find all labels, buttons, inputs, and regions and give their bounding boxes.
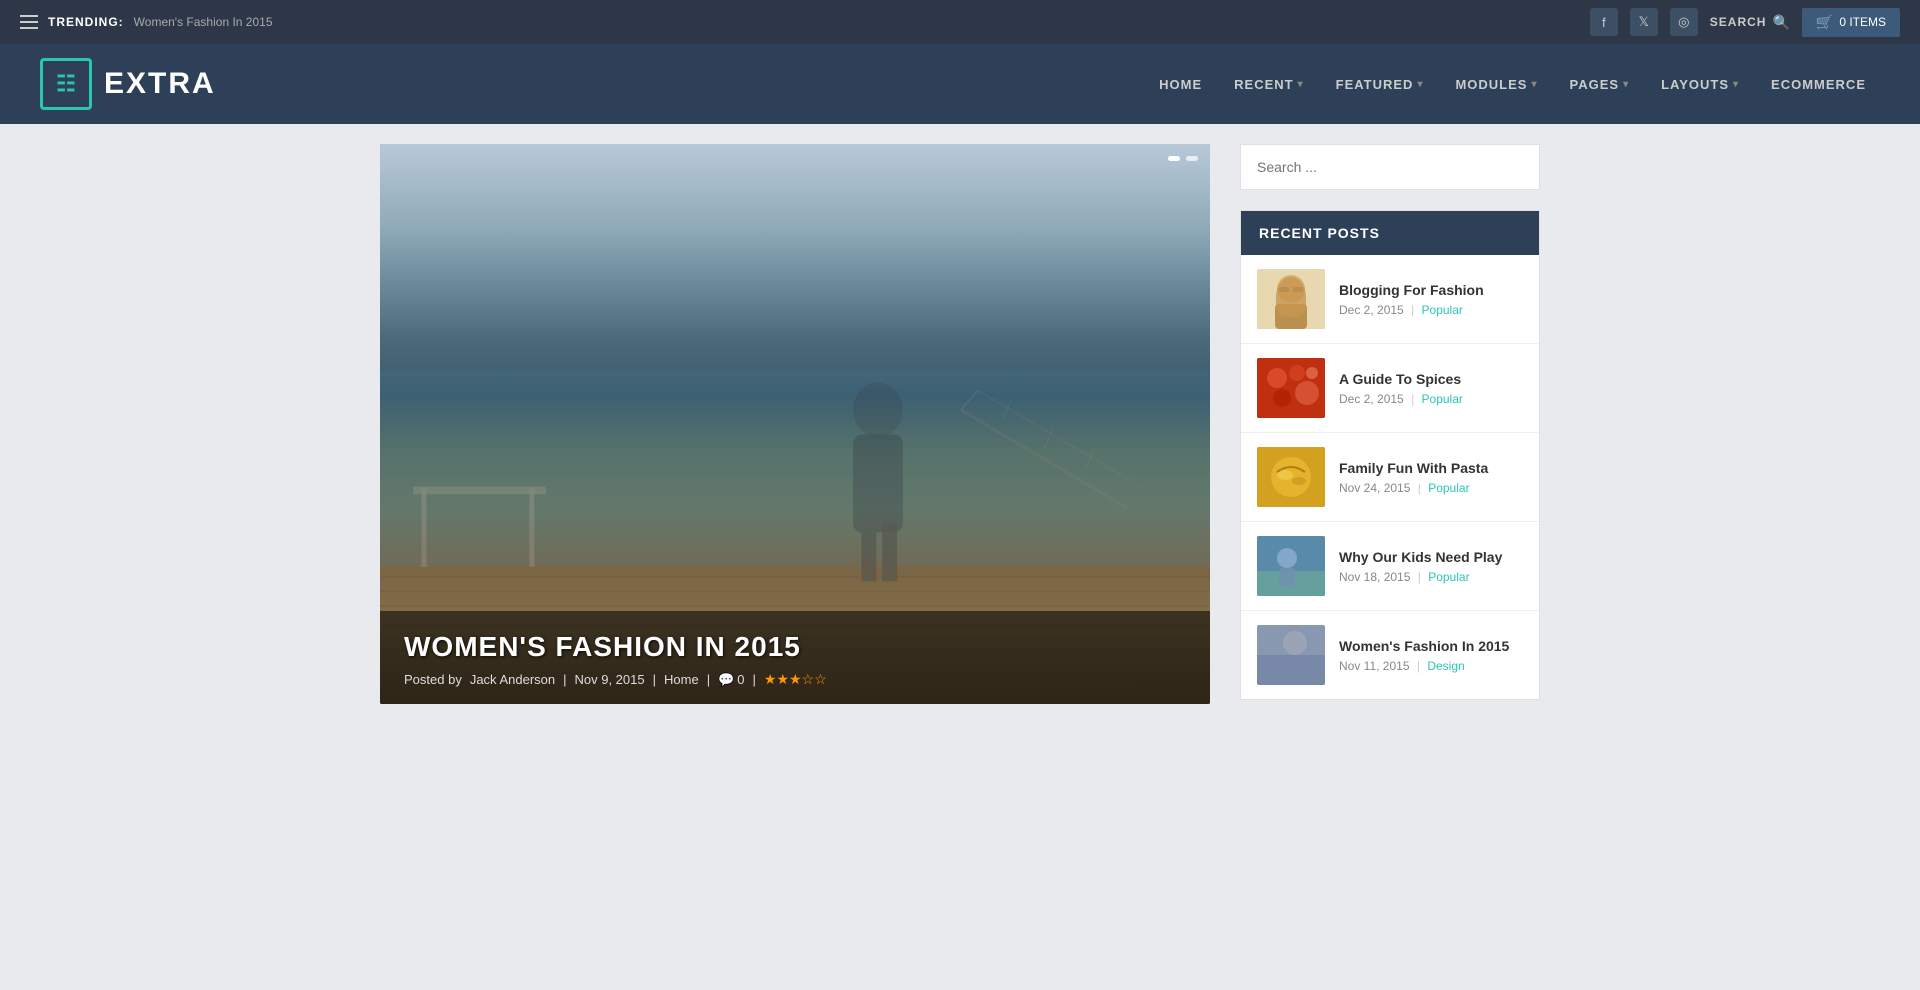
hamburger-menu[interactable] — [20, 15, 38, 29]
featured-title: WOMEN'S FASHION IN 2015 — [404, 631, 1186, 663]
list-item[interactable]: Blogging For Fashion Dec 2, 2015 | Popul… — [1241, 255, 1539, 344]
list-item[interactable]: Women's Fashion In 2015 Nov 11, 2015 | D… — [1241, 611, 1539, 699]
post-item-meta: Nov 18, 2015 | Popular — [1339, 570, 1523, 584]
search-area: SEARCH 🔍 — [1710, 14, 1790, 31]
nav-home[interactable]: HOME — [1145, 69, 1216, 100]
chevron-down-icon: ▾ — [1623, 79, 1629, 90]
author-name[interactable]: Jack Anderson — [470, 672, 555, 687]
cart-button[interactable]: 🛒 0 ITEMS — [1802, 8, 1900, 37]
search-icon[interactable]: 🔍 — [1772, 14, 1789, 31]
post-item-title: Why Our Kids Need Play — [1339, 549, 1523, 565]
slider-dots — [1168, 156, 1198, 161]
list-item[interactable]: Family Fun With Pasta Nov 24, 2015 | Pop… — [1241, 433, 1539, 522]
sub-header — [0, 124, 1920, 144]
post-item-meta: Nov 11, 2015 | Design — [1339, 659, 1523, 673]
slider-dot-active — [1168, 156, 1180, 161]
featured-meta: Posted by Jack Anderson | Nov 9, 2015 | … — [404, 671, 1186, 688]
comment-icon: 💬 — [718, 672, 734, 688]
chevron-down-icon: ▾ — [1298, 79, 1304, 90]
post-item-meta: Dec 2, 2015 | Popular — [1339, 392, 1523, 406]
post-thumbnail — [1257, 536, 1325, 596]
post-info: Blogging For Fashion Dec 2, 2015 | Popul… — [1339, 282, 1523, 317]
chevron-down-icon: ▾ — [1417, 79, 1423, 90]
post-thumbnail — [1257, 358, 1325, 418]
nav-featured[interactable]: FEATURED ▾ — [1322, 69, 1438, 100]
search-label: SEARCH — [1710, 15, 1767, 29]
site-header: ☷ EXTRA HOME RECENT ▾ FEATURED ▾ MODULES… — [0, 44, 1920, 124]
chevron-down-icon: ▾ — [1733, 79, 1739, 90]
featured-post[interactable]: WOMEN'S FASHION IN 2015 Posted by Jack A… — [380, 144, 1210, 704]
search-box — [1240, 144, 1540, 190]
cart-label: 0 ITEMS — [1839, 15, 1886, 29]
post-info: Why Our Kids Need Play Nov 18, 2015 | Po… — [1339, 549, 1523, 584]
slider-dot — [1186, 156, 1198, 161]
nav-modules[interactable]: MODULES ▾ — [1441, 69, 1551, 100]
posted-by-label: Posted by — [404, 672, 462, 687]
nav-layouts[interactable]: LAYOUTS ▾ — [1647, 69, 1753, 100]
nav-ecommerce[interactable]: ECOMMERCE — [1757, 69, 1880, 100]
recent-posts-widget: RECENT POSTS Blogging For Fashion — [1240, 210, 1540, 700]
main-content: WOMEN'S FASHION IN 2015 Posted by Jack A… — [360, 144, 1560, 744]
top-bar: TRENDING: Women's Fashion In 2015 f 𝕏 ◎ … — [0, 0, 1920, 44]
post-section[interactable]: Home — [664, 672, 699, 687]
post-item-title: Blogging For Fashion — [1339, 282, 1523, 298]
cart-icon: 🛒 — [1816, 14, 1833, 31]
top-bar-right: f 𝕏 ◎ SEARCH 🔍 🛒 0 ITEMS — [1590, 8, 1900, 37]
search-input[interactable] — [1241, 145, 1539, 189]
list-item[interactable]: A Guide To Spices Dec 2, 2015 | Popular — [1241, 344, 1539, 433]
trending-label: TRENDING: — [48, 15, 124, 29]
nav-pages[interactable]: PAGES ▾ — [1556, 69, 1644, 100]
widget-title: RECENT POSTS — [1241, 211, 1539, 255]
logo-symbol: ☷ — [56, 71, 76, 97]
facebook-icon[interactable]: f — [1590, 8, 1618, 36]
top-bar-left: TRENDING: Women's Fashion In 2015 — [20, 15, 273, 29]
star-rating: ★★★☆☆ — [764, 671, 827, 688]
site-logo[interactable]: ☷ EXTRA — [40, 58, 216, 110]
post-thumbnail — [1257, 625, 1325, 685]
post-item-title: Family Fun With Pasta — [1339, 460, 1523, 476]
featured-overlay: WOMEN'S FASHION IN 2015 Posted by Jack A… — [380, 611, 1210, 704]
post-info: A Guide To Spices Dec 2, 2015 | Popular — [1339, 371, 1523, 406]
chevron-down-icon: ▾ — [1531, 79, 1537, 90]
logo-icon: ☷ — [40, 58, 92, 110]
twitter-icon[interactable]: 𝕏 — [1630, 8, 1658, 36]
comment-count: 💬 0 — [718, 672, 744, 688]
post-item-title: A Guide To Spices — [1339, 371, 1523, 387]
main-nav: HOME RECENT ▾ FEATURED ▾ MODULES ▾ PAGES… — [1145, 69, 1880, 100]
post-date: Nov 9, 2015 — [575, 672, 645, 687]
post-info: Women's Fashion In 2015 Nov 11, 2015 | D… — [1339, 638, 1523, 673]
post-thumbnail — [1257, 269, 1325, 329]
instagram-icon[interactable]: ◎ — [1670, 8, 1698, 36]
post-item-title: Women's Fashion In 2015 — [1339, 638, 1523, 654]
post-item-meta: Dec 2, 2015 | Popular — [1339, 303, 1523, 317]
list-item[interactable]: Why Our Kids Need Play Nov 18, 2015 | Po… — [1241, 522, 1539, 611]
trending-text: Women's Fashion In 2015 — [134, 15, 273, 29]
post-item-meta: Nov 24, 2015 | Popular — [1339, 481, 1523, 495]
post-thumbnail — [1257, 447, 1325, 507]
post-info: Family Fun With Pasta Nov 24, 2015 | Pop… — [1339, 460, 1523, 495]
nav-recent[interactable]: RECENT ▾ — [1220, 69, 1317, 100]
logo-text: EXTRA — [104, 67, 216, 101]
sidebar: RECENT POSTS Blogging For Fashion — [1240, 144, 1540, 704]
